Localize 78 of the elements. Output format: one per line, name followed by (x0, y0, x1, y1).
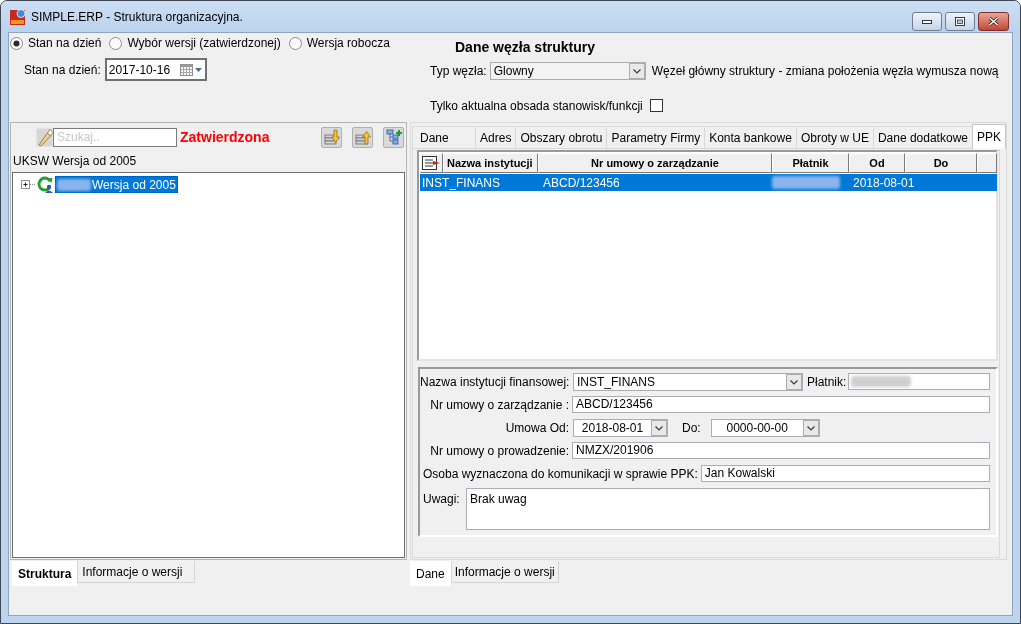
text-field[interactable] (848, 373, 990, 390)
status-label: Zatwierdzona (180, 127, 270, 147)
close-button[interactable] (978, 12, 1009, 31)
close-icon (988, 17, 999, 26)
radio-icon[interactable] (10, 36, 23, 50)
radio-icon[interactable] (288, 36, 302, 50)
chevron-down-icon[interactable] (786, 373, 802, 390)
maximize-icon (955, 17, 965, 26)
radio-option[interactable]: Wybór wersji (zatwierdzonej) (109, 34, 281, 52)
field-label: Nr umowy o prowadzenie: (429, 442, 569, 460)
tab[interactable]: Dane (410, 561, 451, 586)
column-header[interactable]: Nazwa instytucji (443, 153, 538, 173)
tab[interactable]: Informacje o wersji (450, 561, 559, 583)
maximize-button[interactable] (945, 12, 975, 31)
toolbar-button[interactable] (321, 126, 342, 148)
toolbar-button[interactable] (383, 126, 404, 148)
chevron-down-icon[interactable] (628, 63, 645, 79)
version-title: UKSW Wersja od 2005 (13, 152, 137, 170)
tab[interactable]: Struktura (12, 561, 78, 586)
field-label: Do: (682, 419, 701, 437)
cycle-person-icon (37, 176, 54, 193)
field-label: Nazwa instytucji finansowej: (420, 373, 569, 391)
date-field[interactable]: 2017-10-16 (104, 58, 207, 81)
column-header[interactable]: Płatnik (772, 153, 849, 173)
text-field[interactable]: NMZX/201906 (572, 442, 990, 459)
column-header[interactable]: Nr umowy o zarządzanie (538, 153, 772, 173)
text-field[interactable]: Jan Kowalski (700, 465, 990, 482)
app-logo-icon (10, 8, 26, 25)
tab[interactable]: Parametry Firmy (606, 126, 706, 148)
field-label: Umowa Od: (504, 419, 569, 437)
checkbox[interactable] (649, 99, 663, 112)
tab[interactable]: Obroty w UE (795, 126, 874, 148)
tab[interactable]: Informacje o wersji (77, 561, 196, 583)
tab[interactable]: Dane (412, 126, 477, 148)
tree-add-icon (385, 129, 402, 145)
text-field[interactable]: ABCD/123456 (572, 396, 990, 413)
node-type-dropdown[interactable]: Glowny (489, 62, 646, 80)
table-cell-text: INST_FINANS (421, 174, 501, 192)
window-title: SIMPLE.ERP - Struktura organizacyjna. (31, 8, 243, 26)
caret-icon (194, 67, 202, 72)
table-row[interactable]: INST_FINANS ABCD/123456 2018-08-01 (420, 174, 997, 191)
field-label: Płatnik: (807, 373, 847, 391)
radio-option[interactable]: Wersja robocza (288, 34, 390, 52)
blurred-block (851, 376, 912, 387)
tab[interactable]: Obszary obrotu (515, 126, 608, 148)
column-header[interactable]: Do (905, 153, 977, 173)
institution-dropdown[interactable]: INST_FINANS (573, 372, 803, 391)
field-label: Nr umowy o zarządzanie : (429, 396, 569, 414)
blurred-block (57, 178, 91, 191)
radio-option[interactable]: Stan na dzień (10, 34, 102, 52)
field-label: Stan na dzień: (24, 61, 101, 79)
chevron-down-icon[interactable] (651, 419, 667, 436)
field-label: Typ węzła: (430, 63, 487, 80)
blurred-block (772, 176, 840, 189)
radio-icon[interactable] (109, 36, 123, 50)
expand-icon[interactable] (21, 180, 36, 189)
table-cell-text: ABCD/123456 (542, 174, 621, 192)
table-cell-text: 2018-08-01 (852, 174, 916, 192)
date-dropdown[interactable]: 2018-08-01 (573, 418, 668, 437)
toolbar-button[interactable] (352, 126, 373, 148)
table-menu-icon[interactable] (422, 156, 441, 170)
checkbox-label: Tylko aktualna obsada stanowisk/funkcji (430, 97, 643, 115)
stack-up-arrow-icon (354, 129, 371, 145)
description-text: Węzeł główny struktury - zmiana położenia węzła wymusza nową (651, 63, 999, 80)
section-title: Dane węzła struktury (455, 39, 596, 56)
minimize-button[interactable] (912, 12, 942, 31)
highlighter-icon (36, 127, 53, 147)
tree-item[interactable]: Wersja od 2005 (55, 176, 178, 193)
tab[interactable]: PPK (972, 124, 1006, 149)
column-header[interactable]: Od (849, 153, 905, 173)
notes-field[interactable]: Brak uwag (466, 488, 990, 530)
calendar-icon (179, 63, 193, 76)
date-dropdown[interactable]: 0000-00-00 (710, 418, 820, 437)
stack-down-arrow-icon (323, 129, 340, 145)
field-label: Uwagi: (423, 491, 461, 508)
field-label: Osoba wyznaczona do komunikacji w sprawie PPK: (423, 465, 698, 483)
minimize-icon (922, 19, 932, 24)
chevron-down-icon[interactable] (802, 419, 819, 436)
